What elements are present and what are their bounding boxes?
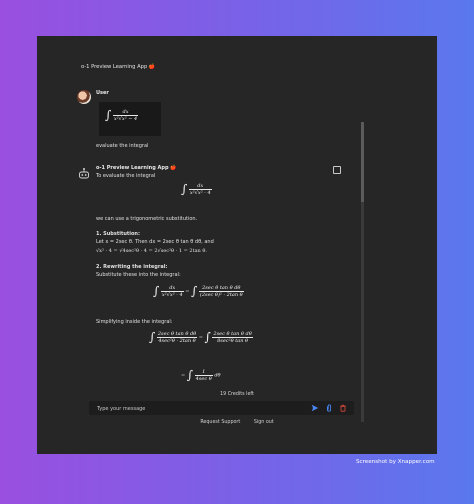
user-name: User — [96, 90, 109, 96]
message-input[interactable] — [95, 403, 309, 415]
robot-avatar-icon — [79, 168, 89, 179]
equation-2: ∫ 2sec θ tan θ dθ 4sec²θ · 2tan θ = ∫ 2s… — [149, 330, 253, 344]
equation-3: = ∫ 1 4sec θ dθ — [181, 368, 221, 382]
step2-line1: Substitute these into the integral: — [96, 272, 181, 278]
chat-scrollbar[interactable] — [361, 122, 364, 422]
copy-icon[interactable] — [333, 166, 341, 174]
user-message-text: evaluate the integral — [96, 143, 149, 149]
credits-left: 19 Credits left — [220, 392, 254, 397]
app-window: o-1 Preview Learning App 🍎 User ∫ dx x²√… — [37, 36, 437, 454]
footer-links: Request Support Sign out — [37, 420, 437, 425]
step1-line2: √x² · 4 = √4sec²θ · 4 = 2√sec²θ · 1 = 2t… — [96, 248, 207, 254]
assistant-intro: To evaluate the integral — [96, 173, 156, 179]
assistant-substitution-intro: we can use a trigonometric substitution. — [96, 216, 198, 222]
simplify-text: Simplifying inside the integral: — [96, 319, 173, 325]
message-input-bar — [89, 401, 354, 415]
paperclip-icon[interactable] — [325, 404, 333, 412]
user-avatar — [77, 90, 91, 104]
chat-area[interactable]: User ∫ dx x²√x² − 4 evaluate the integra… — [77, 88, 365, 388]
trash-icon[interactable] — [339, 404, 347, 412]
integral-sign: ∫ — [181, 182, 188, 196]
step2-title: 2. Rewriting the integral: — [96, 264, 168, 270]
step1-line1: Let x = 2sec θ. Then dx = 2sec θ tan θ d… — [96, 239, 214, 245]
user-integral-denominator: x²√x² − 4 — [113, 115, 138, 122]
equation-1: ∫ dx x²√x² · 4 = ∫ 2sec θ tan θ dθ (2sec… — [153, 284, 244, 298]
app-title: o-1 Preview Learning App 🍎 — [81, 64, 156, 70]
watermark: Screenshot by Xnapper.com — [356, 459, 435, 465]
assistant-name: o-1 Preview Learning App 🍎 — [96, 165, 177, 171]
step1-title: 1. Substitution: — [96, 231, 140, 237]
scrollbar-thumb[interactable] — [361, 122, 364, 202]
integral-sign: ∫ — [105, 108, 112, 122]
user-integral-numerator: dx — [112, 109, 139, 116]
apple-emoji: 🍎 — [170, 165, 177, 171]
send-icon[interactable] — [311, 404, 319, 412]
assistant-integral: ∫ dx x²√x² · 4 — [181, 182, 212, 196]
request-support-link[interactable]: Request Support — [200, 420, 240, 425]
user-math-block: ∫ dx x²√x² − 4 — [99, 102, 161, 136]
sign-out-link[interactable]: Sign out — [254, 420, 274, 425]
apple-emoji: 🍎 — [148, 64, 156, 70]
